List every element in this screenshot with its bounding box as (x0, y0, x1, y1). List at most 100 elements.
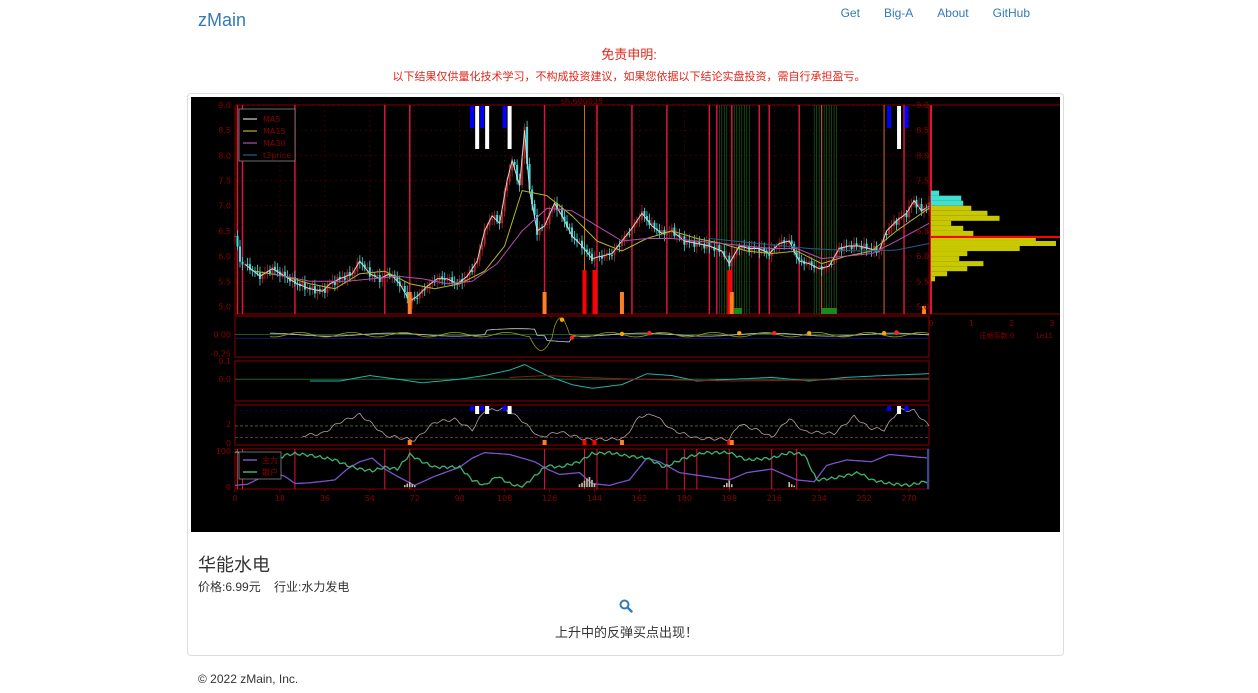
flow-volume-bar (788, 482, 791, 488)
candle-body (638, 219, 641, 221)
marker-bar (407, 292, 412, 314)
flow-legend-label: 散户 (262, 467, 278, 477)
stock-industry: 行业:水力发电 (274, 580, 350, 594)
flow-volume-bar (593, 483, 596, 488)
x-tick-label: 90 (455, 494, 465, 503)
x-tick-label: 108 (497, 494, 512, 503)
flow-y-tick: 0 (226, 483, 231, 492)
legend-label: MA5 (263, 115, 280, 124)
candle-body (234, 235, 236, 237)
osc3-bottom-mark (582, 440, 587, 445)
profile-bin (931, 205, 972, 211)
candle-body (491, 219, 494, 221)
osc3-bottom-mark (592, 440, 597, 445)
flow-y-tick: 100 (216, 447, 231, 456)
flow-volume-bar (581, 482, 583, 488)
white-signal-bar (485, 106, 490, 149)
osc1-signal-dot (737, 330, 742, 336)
white-signal-bar (475, 106, 480, 149)
price-y-tick: 6.5 (218, 227, 231, 236)
osc3-bottom-mark (729, 440, 734, 445)
blue-signal-bar (887, 106, 892, 128)
osc3-white-mark (485, 406, 490, 414)
x-tick-label: 0 (232, 494, 237, 503)
osc3-white-mark (897, 406, 902, 414)
nav-link-get[interactable]: Get (829, 5, 872, 21)
profile-y-tick: 7.0 (916, 202, 929, 211)
marker-bar (619, 292, 624, 314)
candle-body (718, 245, 721, 252)
stock-card: 5.0 5.5 6.0 6.5 7.0 7.5 8.0 8.5 9.0 sh.600025 MA5 M… (187, 93, 1064, 656)
x-tick-label: 216 (767, 494, 782, 503)
flow-volume-bar (728, 480, 731, 488)
candle-body (715, 245, 718, 251)
osc3-bottom-mark (407, 440, 412, 445)
profile-y-tick: 9.0 (916, 101, 929, 110)
osc3-bottom-mark (542, 440, 547, 445)
disclaimer-title: 免责申明: (601, 47, 657, 62)
osc1-signal-dot (881, 330, 887, 336)
osc3-y-tick: 2 (226, 420, 231, 429)
nav-link-github[interactable]: GitHub (981, 5, 1042, 21)
candle-body (303, 282, 306, 290)
candle-body (588, 251, 591, 254)
profile-bin (931, 215, 1000, 221)
profile-y-tick: 6.0 (916, 252, 929, 261)
profile-x-tick: 3 (1049, 319, 1054, 328)
brand-logo[interactable]: zMain (198, 10, 246, 31)
candle-body (513, 161, 516, 165)
profile-y-tick: 5.0 (916, 302, 929, 311)
candle-body (353, 271, 356, 274)
flow-volume-bar (411, 484, 414, 488)
flow-volume-bar (591, 479, 593, 488)
chart-canvas: 5.0 5.5 6.0 6.5 7.0 7.5 8.0 8.5 9.0 sh.600025 MA5 M… (210, 97, 1060, 503)
candle-body (366, 267, 369, 269)
osc1-white-line (269, 328, 930, 343)
candle-body (728, 255, 731, 267)
osc2-cyan-line (309, 364, 930, 389)
x-tick-label: 270 (901, 494, 916, 503)
price-y-tick: 6.0 (218, 252, 231, 261)
marker-bar (592, 270, 597, 314)
flow-volume-bar (578, 484, 581, 488)
nav-link-big-a[interactable]: Big-A (872, 5, 925, 21)
stock-chart: 5.0 5.5 6.0 6.5 7.0 7.5 8.0 8.5 9.0 sh.600025 MA5 M… (191, 97, 1060, 532)
x-tick-label: 234 (812, 494, 827, 503)
profile-y-tick: 5.5 (916, 277, 929, 286)
legend-label: t3price (263, 151, 291, 160)
flow-volume-bar (793, 485, 795, 488)
blue-signal-bar (904, 106, 909, 128)
price-y-tick: 5.0 (218, 302, 231, 311)
candle-body (790, 240, 793, 244)
profile-x-tick: 0 (928, 319, 933, 328)
candle-body (246, 263, 249, 265)
osc3-blue-mark (904, 406, 909, 411)
candle-body (680, 236, 683, 238)
x-tick-label: 144 (587, 494, 602, 503)
candle-body (376, 275, 379, 277)
price-chart-title: sh.600025 (561, 97, 603, 106)
nav-link-about[interactable]: About (925, 5, 980, 21)
flow-volume-bar (586, 478, 588, 488)
profile-y-tick: 8.5 (916, 126, 929, 135)
candle-body (236, 235, 239, 247)
candle-body (578, 240, 581, 242)
osc2-y-tick: 0.1 (218, 357, 231, 366)
profile-bin (931, 261, 984, 267)
white-signal-bar (897, 106, 902, 149)
disclaimer-text: 以下结果仅供量化技术学习，不构成投资建议，如果您依据以下结论实盘投资，需自行承担… (392, 71, 866, 83)
flow-volume-bar (403, 485, 406, 488)
candle-body (368, 267, 371, 277)
osc1-signal-dot (559, 317, 565, 322)
osc3-bottom-mark (619, 440, 624, 445)
marker-bar (729, 292, 734, 314)
ma15-line (254, 190, 930, 290)
x-tick-label: 54 (365, 494, 375, 503)
profile-y-tick: 8.0 (916, 151, 929, 160)
osc3-blue-mark (887, 406, 892, 411)
profile-xlabel: 压缩系数:0 (980, 331, 1015, 340)
stock-meta: 价格:6.99元 行业:水力发电 (198, 578, 359, 595)
candle-body (725, 255, 728, 257)
search-icon[interactable] (619, 599, 633, 613)
osc1-signal-dot (806, 330, 812, 336)
